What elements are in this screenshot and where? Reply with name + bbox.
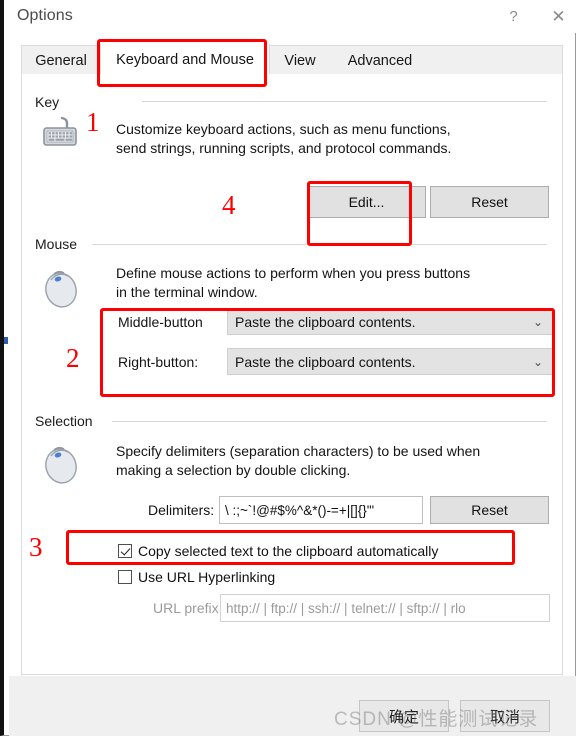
url-prefix-label: URL prefix: — [153, 600, 223, 616]
url-prefix-input-value: http:// | ftp:// | ssh:// | telnet:// | … — [226, 600, 466, 616]
middle-button-label: Middle-button — [118, 314, 203, 330]
keyboard-and-mouse-panel: Key Customize keyboard actions, such as … — [21, 74, 563, 675]
ok-button-label: 确定 — [388, 708, 419, 726]
middle-button-combobox[interactable]: Paste the clipboard contents. ⌄ — [227, 308, 553, 335]
selection-group-divider — [112, 421, 547, 422]
key-group-label: Key — [35, 94, 60, 110]
help-icon[interactable]: ? — [491, 0, 536, 33]
title-bar: Options ? ✕ — [8, 0, 576, 33]
use-url-hyperlinking-checkbox[interactable] — [118, 570, 132, 584]
mouse-icon-mouse-section — [45, 270, 77, 308]
key-group-divider — [142, 101, 547, 102]
delimiters-input[interactable]: \ :;~`!@#$%^&*()-=+|[]{}'" — [219, 496, 423, 524]
selection-description-line-1: Specify delimiters (separation character… — [116, 443, 481, 459]
mouse-description-line-1: Define mouse actions to perform when you… — [116, 265, 471, 281]
copy-selected-text-checkbox[interactable] — [118, 544, 132, 558]
close-icon[interactable]: ✕ — [536, 0, 576, 33]
delimiters-input-value: \ :;~`!@#$%^&*()-=+|[]{}'" — [225, 502, 375, 518]
use-url-hyperlinking-label: Use URL Hyperlinking — [138, 569, 276, 585]
key-description-line-1: Customize keyboard actions, such as menu… — [116, 121, 451, 137]
cancel-button[interactable]: 取消 — [460, 700, 550, 732]
selection-description-line-2: making a selection by double clicking. — [116, 462, 351, 478]
right-button-label: Right-button: — [118, 354, 199, 370]
window-title: Options — [17, 7, 73, 24]
mouse-group-divider — [92, 244, 547, 245]
tab-keyboard-and-mouse[interactable]: Keyboard and Mouse — [100, 44, 270, 75]
url-prefix-input[interactable]: http:// | ftp:// | ssh:// | telnet:// | … — [220, 594, 550, 622]
cancel-button-label: 取消 — [489, 708, 520, 726]
copy-selected-text-label: Copy selected text to the clipboard auto… — [138, 543, 439, 559]
delimiters-reset-button-label: Reset — [471, 502, 508, 518]
keyboard-icon — [43, 116, 77, 146]
use-url-hyperlinking-checkbox-row[interactable]: Use URL Hyperlinking — [118, 569, 275, 585]
chevron-down-icon-middle: ⌄ — [532, 314, 543, 329]
middle-button-value: Paste the clipboard contents. — [235, 313, 416, 330]
tab-view[interactable]: View — [270, 46, 330, 75]
tab-advanced[interactable]: Advanced — [330, 46, 430, 75]
right-button-combobox[interactable]: Paste the clipboard contents. ⌄ — [227, 348, 553, 375]
chevron-down-icon-right: ⌄ — [532, 354, 543, 369]
key-edit-button[interactable]: Edit... — [307, 186, 426, 218]
tab-strip: General Keyboard and Mouse View Advanced — [21, 44, 563, 75]
ok-button[interactable]: 确定 — [359, 700, 449, 732]
selection-group-label: Selection — [35, 413, 93, 429]
tab-general[interactable]: General — [22, 46, 100, 75]
delimiters-reset-button[interactable]: Reset — [430, 496, 549, 524]
key-edit-button-label: Edit... — [348, 194, 385, 210]
copy-selected-text-checkbox-row[interactable]: Copy selected text to the clipboard auto… — [118, 543, 438, 559]
mouse-description-line-2: in the terminal window. — [116, 284, 258, 300]
delimiters-label: Delimiters: — [148, 502, 215, 518]
key-reset-button[interactable]: Reset — [430, 186, 549, 218]
mouse-group-label: Mouse — [35, 236, 78, 252]
key-description-line-2: send strings, running scripts, and proto… — [116, 140, 452, 156]
key-reset-button-label: Reset — [471, 194, 508, 210]
options-dialog-window: Options ? ✕ General Keyboard and Mouse V… — [0, 0, 576, 736]
window-left-edge-marker — [4, 337, 8, 344]
mouse-icon-selection-section — [45, 446, 77, 484]
right-button-value: Paste the clipboard contents. — [235, 353, 416, 370]
